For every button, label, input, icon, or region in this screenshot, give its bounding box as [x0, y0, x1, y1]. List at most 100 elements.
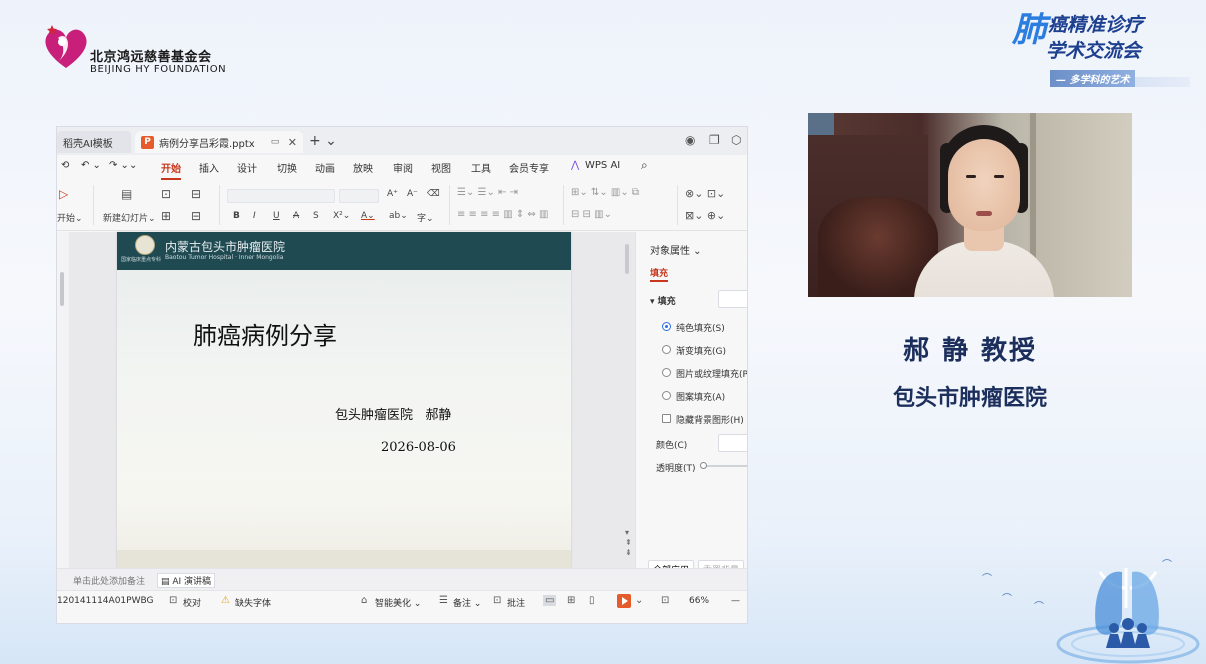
notes-icon: ☰	[439, 595, 448, 606]
event-logo: 肺 癌精准诊疗 学术交流会 — 多学科的艺术	[1010, 4, 1200, 88]
textbox-icon[interactable]: ⊠⌄ ⊕⌄	[685, 209, 725, 222]
font-family-select[interactable]	[227, 189, 335, 203]
hide-background-label: 隐藏背景图形(H)	[676, 416, 744, 426]
color-label: 颜色(C)	[656, 441, 688, 451]
foundation-logo: 北京鸿远慈善基金会 BEIJING HY FOUNDATION	[38, 18, 238, 78]
menu-design[interactable]: 设计	[237, 160, 257, 175]
slideshow-dropdown-icon[interactable]: ⌄	[635, 595, 643, 606]
slide-sorter-icon[interactable]: ⊞	[567, 595, 575, 606]
slide-title[interactable]: 肺癌病例分享	[193, 316, 337, 351]
section-icon[interactable]: ⊞	[161, 209, 171, 223]
speaker-video	[808, 113, 1132, 297]
radio-pattern-fill[interactable]	[662, 391, 671, 400]
slideshow-play-button[interactable]	[617, 594, 631, 608]
tab-template[interactable]: 稻壳AI模板	[57, 131, 131, 153]
scroll-arrows-icon[interactable]: ▾ ⇞ ⇟	[625, 528, 632, 558]
shape-icon[interactable]: ⊗⌄ ⊡⌄	[685, 187, 725, 200]
transparency-slider[interactable]	[704, 465, 747, 467]
search-icon[interactable]: ⌕	[641, 158, 648, 173]
zoom-out-button[interactable]: —	[731, 596, 740, 606]
window-icon[interactable]: ❐	[709, 133, 720, 147]
start-slideshow-button[interactable]: 开始⌄	[57, 211, 83, 224]
smart-beautify-button[interactable]: 智能美化 ⌄	[375, 596, 421, 609]
char-spacing-button[interactable]: 字⌄	[417, 211, 434, 224]
hide-background-checkbox[interactable]	[662, 414, 671, 423]
convert-icon[interactable]: ⊟ ⊟ ▥⌄	[571, 209, 612, 220]
notes-placeholder[interactable]: 单击此处添加备注	[73, 574, 145, 587]
monitor-icon[interactable]: ▭	[271, 137, 280, 147]
thumbnail-pane[interactable]	[57, 232, 69, 568]
menu-wps-ai[interactable]: WPS AI	[585, 160, 620, 171]
paragraph-tools-icon[interactable]: ☰⌄ ☰⌄ ⇤ ⇥	[457, 187, 518, 198]
document-id: 120141114A01PWBG	[57, 596, 154, 606]
notes-toggle-button[interactable]: 备注 ⌄	[453, 596, 481, 609]
fill-section-toggle[interactable]: ▾ 填充	[650, 294, 676, 307]
italic-button[interactable]: I	[253, 211, 256, 221]
ai-notes-button[interactable]: ▤ AI 演讲稿	[157, 573, 216, 588]
text-direction-icon[interactable]: ⊞⌄ ⇅⌄ ▥⌄ ⧉	[571, 187, 639, 198]
font-shrink-button[interactable]: A⁻	[407, 189, 418, 199]
new-slide-button[interactable]: 新建幻灯片⌄	[103, 211, 156, 224]
reset-icon[interactable]: ⊟	[191, 187, 201, 201]
quick-access-dropdown[interactable]: ⌄	[129, 160, 137, 171]
underline-button[interactable]: U	[273, 211, 280, 221]
menu-insert[interactable]: 插入	[199, 160, 219, 175]
fill-tab[interactable]: 填充	[650, 266, 669, 282]
font-size-select[interactable]	[339, 189, 379, 203]
radio-picture-fill[interactable]	[662, 368, 671, 377]
slide-author[interactable]: 包头肿瘤医院 郝静	[335, 404, 451, 423]
menu-slideshow[interactable]: 放映	[353, 160, 373, 175]
missing-font-button[interactable]: 缺失字体	[235, 596, 271, 609]
undo-button[interactable]: ↶ ⌄	[81, 160, 101, 171]
new-tab-button[interactable]: + ⌄	[309, 133, 337, 149]
menu-start[interactable]: 开始	[161, 160, 181, 180]
arrange-icon[interactable]: ⊟	[191, 209, 201, 223]
color-picker[interactable]	[718, 434, 747, 452]
menu-review[interactable]: 审阅	[393, 160, 413, 175]
foundation-heart-icon	[45, 25, 87, 68]
close-tab-icon[interactable]: ✕	[288, 136, 297, 149]
menu-view[interactable]: 视图	[431, 160, 451, 175]
play-icon[interactable]: ▷	[59, 187, 68, 201]
highlight-button[interactable]: ab⌄	[389, 211, 408, 221]
undo-history-icon[interactable]: ⟲	[61, 160, 69, 171]
thumbnail-scrollbar[interactable]	[60, 272, 64, 306]
proofread-icon: ⊡	[169, 595, 178, 606]
fill-preview-box[interactable]	[718, 290, 747, 308]
ribbon-separator	[563, 185, 564, 225]
menu-transition[interactable]: 切换	[277, 160, 297, 175]
superscript-button[interactable]: X²⌄	[333, 211, 350, 221]
menu-animation[interactable]: 动画	[315, 160, 335, 175]
font-grow-button[interactable]: A⁺	[387, 189, 398, 199]
new-slide-icon[interactable]: ▤	[121, 187, 132, 201]
bold-button[interactable]: B	[233, 211, 240, 221]
menu-tools[interactable]: 工具	[471, 160, 491, 175]
layout-icon[interactable]: ⊡	[161, 187, 171, 201]
zoom-level[interactable]: 66%	[689, 596, 709, 606]
comments-button[interactable]: 批注	[507, 596, 525, 609]
radio-solid-fill[interactable]	[662, 322, 671, 331]
font-color-button[interactable]: A⌄	[361, 211, 375, 221]
normal-view-icon[interactable]: ▭	[543, 595, 557, 606]
redo-button[interactable]: ↷ ⌄	[109, 160, 129, 171]
radio-gradient-fill[interactable]	[662, 345, 671, 354]
hospital-emblem-icon	[135, 235, 155, 255]
menu-member[interactable]: 会员专享	[509, 160, 549, 175]
canvas-scrollbar[interactable]	[625, 244, 629, 274]
clear-format-button[interactable]: ⌫	[427, 189, 440, 199]
reading-view-icon[interactable]: ▯	[589, 595, 595, 606]
settings-icon[interactable]: ⬡	[731, 133, 741, 147]
slide-date[interactable]: 2026-08-06	[381, 440, 456, 455]
object-properties-header[interactable]: 对象属性 ⌄	[650, 242, 702, 257]
tab-document[interactable]: P 病例分享吕彩霞.pptx ▭ ✕	[135, 131, 303, 153]
account-icon[interactable]: ◉	[685, 133, 695, 147]
slide-canvas[interactable]: 内蒙古包头市肿瘤医院 Baotou Tumor Hospital · Inner…	[117, 232, 571, 568]
strike-button[interactable]: A	[293, 211, 299, 221]
proofread-button[interactable]: 校对	[183, 596, 201, 609]
transparency-slider-knob[interactable]	[700, 462, 707, 469]
fit-window-icon[interactable]: ⊡	[661, 595, 669, 606]
alignment-tools-icon[interactable]: ≡ ≡ ≡ ≡ ▥ ⇕ ⇔ ▥	[457, 209, 548, 220]
status-bar: 120141114A01PWBG ⊡ 校对 ⚠ 缺失字体 ⌂ 智能美化 ⌄ ☰ …	[57, 590, 747, 612]
ai-notes-icon: ▤	[161, 577, 173, 587]
shadow-button[interactable]: S	[313, 211, 319, 221]
